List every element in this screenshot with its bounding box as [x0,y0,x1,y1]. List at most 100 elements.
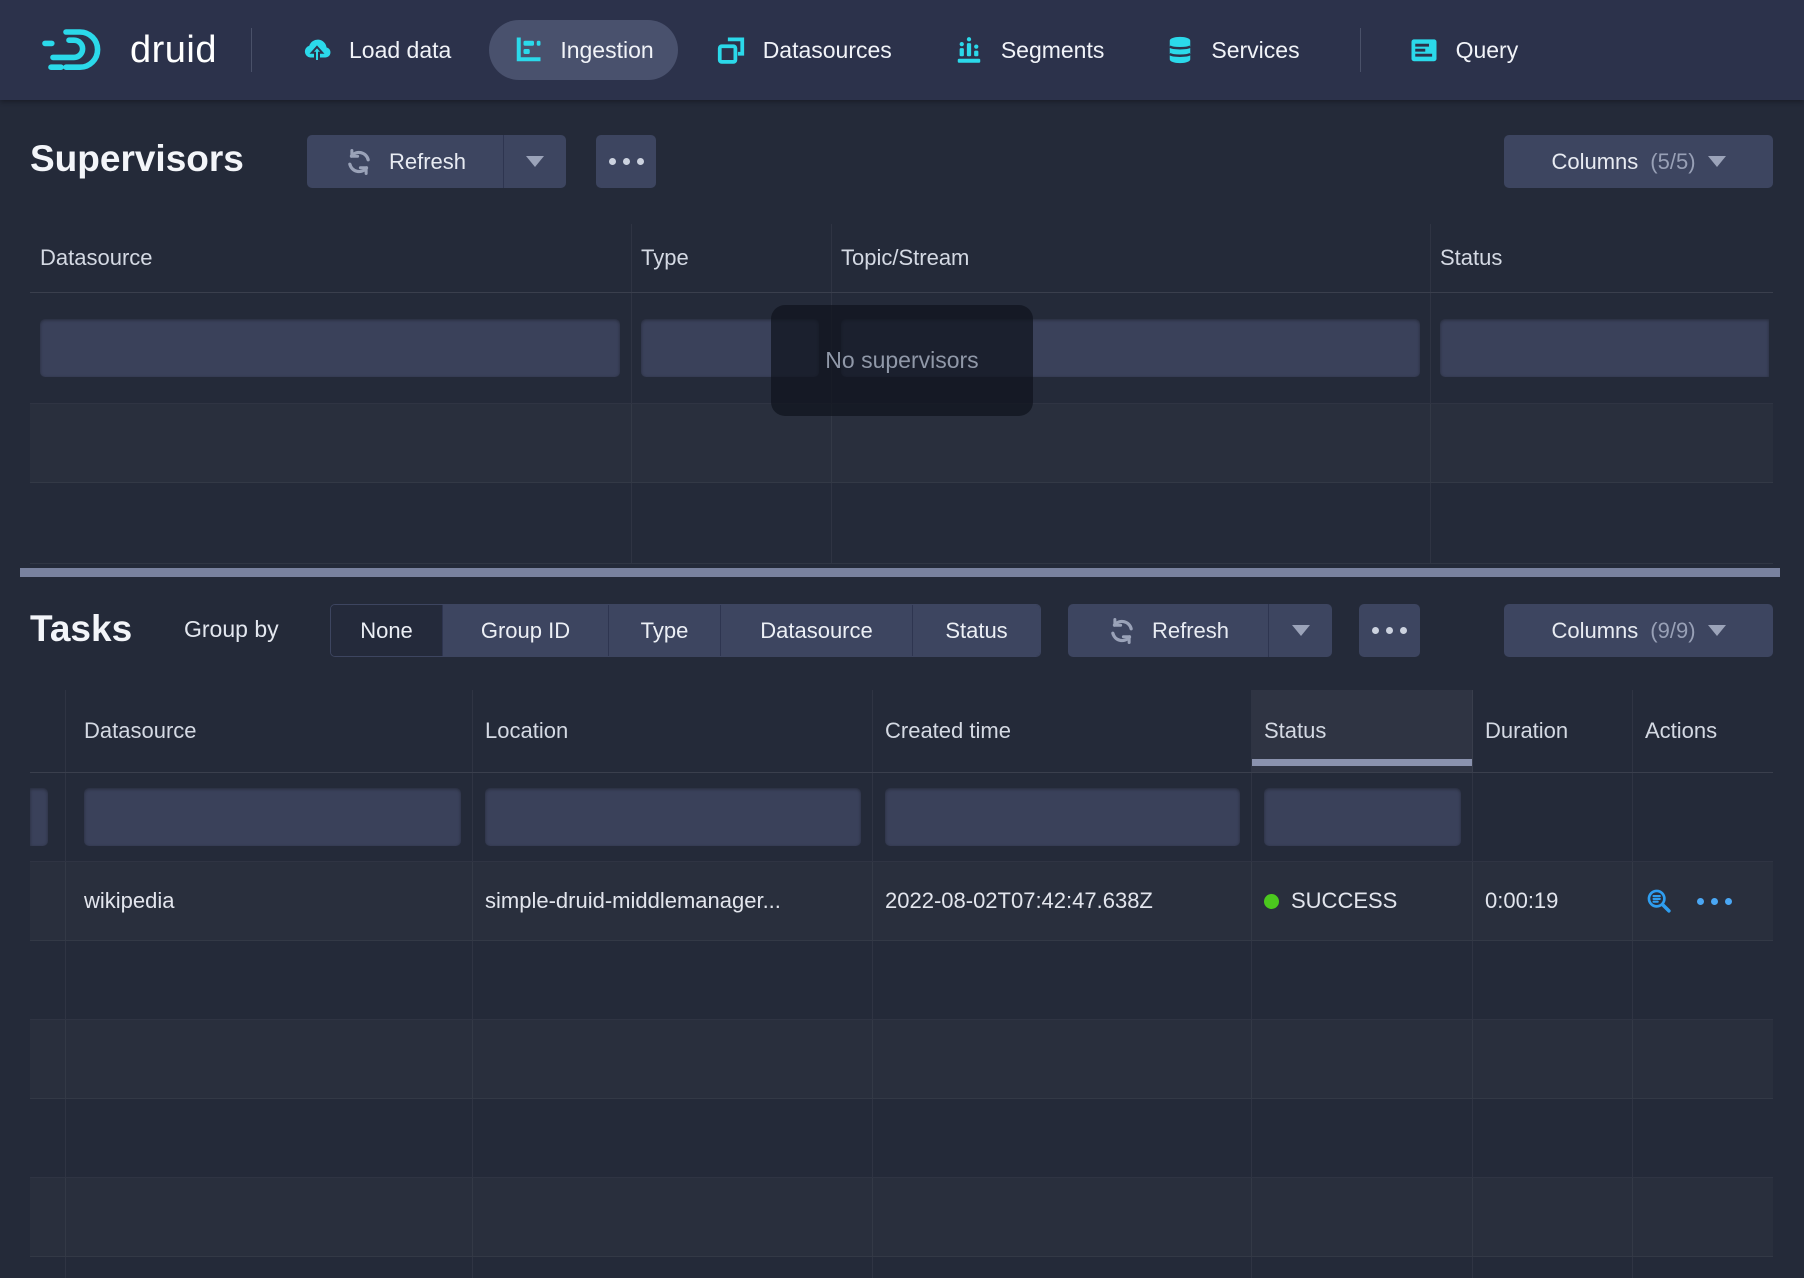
task-status-filter-input[interactable] [1264,788,1461,846]
tasks-refresh-button[interactable]: Refresh [1068,604,1268,657]
success-dot-icon [1264,894,1279,909]
tasks-refresh-caret-button[interactable] [1268,604,1332,657]
group-by-none-button[interactable]: None [331,605,443,656]
sup-col-topic-stream[interactable]: Topic/Stream [832,224,1431,292]
navbar: druid Load data Ingestion Dat [0,0,1804,100]
tasks-columns-button[interactable]: Columns (9/9) [1504,604,1773,657]
caret-down-icon [1708,625,1726,636]
table-row [30,1099,1773,1178]
group-by-label: Group by [184,616,279,643]
nav-item-label: Services [1211,37,1299,64]
task-location-value: simple-druid-middlemanager... [473,862,873,940]
task-col-created-time[interactable]: Created time [873,690,1252,772]
task-location-filter-input[interactable] [485,788,861,846]
bar-chart-icon [954,35,984,65]
task-status-value: SUCCESS [1252,862,1473,940]
nav-divider [251,28,252,72]
group-by-datasource-button[interactable]: Datasource [721,605,913,656]
task-created-time-value: 2022-08-02T07:42:47.638Z [873,862,1252,940]
nav-item-services[interactable]: Services [1142,20,1323,80]
refresh-icon [344,147,374,177]
tasks-filter-row [30,773,1773,862]
caret-down-icon [1708,156,1726,167]
task-more-actions-button[interactable] [1697,898,1732,905]
tasks-more-button[interactable] [1359,604,1420,657]
nav-item-label: Load data [349,37,451,64]
supervisors-refresh-button[interactable]: Refresh [307,135,503,188]
refresh-label: Refresh [1152,618,1229,644]
nav-item-label: Datasources [763,37,892,64]
columns-label: Columns [1551,149,1638,175]
status-text: SUCCESS [1291,888,1397,914]
sup-col-type[interactable]: Type [632,224,832,292]
supervisors-header-row: Datasource Type Topic/Stream Status [30,224,1773,293]
task-col-status[interactable]: Status [1252,690,1473,772]
caret-down-icon [1292,625,1310,636]
nav-item-segments[interactable]: Segments [930,20,1129,80]
task-col-sliver [30,690,66,772]
task-detail-button[interactable] [1645,887,1673,915]
task-col-duration[interactable]: Duration [1473,690,1633,772]
table-row [30,1020,1773,1099]
tasks-table: Datasource Location Created time Status … [30,690,1773,1278]
sup-col-status[interactable]: Status [1431,224,1773,292]
task-col-actions[interactable]: Actions [1633,690,1773,772]
nav-divider [1360,28,1361,72]
nav-item-label: Segments [1001,37,1105,64]
console-icon [1409,35,1439,65]
brand[interactable]: druid [42,27,217,73]
more-icon [609,158,644,165]
supervisors-columns-button[interactable]: Columns (5/5) [1504,135,1773,188]
more-actions-icon [1697,898,1732,905]
table-row [30,1257,1773,1278]
refresh-icon [1107,616,1137,646]
refresh-label: Refresh [389,149,466,175]
search-detail-icon [1645,887,1673,915]
stacked-panels-icon [716,35,746,65]
nav-item-ingestion[interactable]: Ingestion [489,20,677,80]
tasks-refresh-split: Refresh [1068,604,1332,657]
nav-item-load-data[interactable]: Load data [278,20,475,80]
gantt-chart-icon [513,35,543,65]
task-datasource-value: wikipedia [66,862,473,940]
task-sliver-filter-input[interactable] [30,788,48,846]
group-by-status-button[interactable]: Status [913,605,1040,656]
supervisors-more-button[interactable] [596,135,656,188]
druid-logo-icon [42,27,114,73]
table-row [30,483,1773,564]
cloud-upload-icon [302,35,332,65]
no-supervisors-message: No supervisors [771,305,1033,416]
tasks-title: Tasks [30,608,132,650]
task-duration-value: 0:00:19 [1473,862,1633,940]
sup-col-datasource[interactable]: Datasource [30,224,632,292]
task-actions [1633,862,1773,940]
columns-label: Columns [1551,618,1638,644]
more-icon [1372,627,1407,634]
nav-item-label: Query [1456,37,1519,64]
sup-status-filter-input[interactable] [1440,319,1769,377]
task-created-time-filter-input[interactable] [885,788,1240,846]
sup-datasource-filter-input[interactable] [40,319,620,377]
nav-item-query[interactable]: Query [1385,20,1543,80]
caret-down-icon [526,156,544,167]
group-by-group-id-button[interactable]: Group ID [443,605,609,656]
brand-text: druid [130,29,217,72]
columns-count: (5/5) [1650,149,1695,175]
tasks-header-row: Datasource Location Created time Status … [30,690,1773,773]
task-col-datasource[interactable]: Datasource [66,690,473,772]
task-datasource-filter-input[interactable] [84,788,461,846]
table-row [30,1178,1773,1257]
database-icon [1166,35,1194,65]
nav-item-label: Ingestion [560,37,653,64]
group-by-type-button[interactable]: Type [609,605,721,656]
columns-count: (9/9) [1650,618,1695,644]
task-row-wikipedia: wikipedia simple-druid-middlemanager... … [30,862,1773,941]
supervisors-refresh-caret-button[interactable] [503,135,566,188]
nav-item-datasources[interactable]: Datasources [692,20,916,80]
task-col-location[interactable]: Location [473,690,873,772]
supervisors-refresh-split: Refresh [307,135,566,188]
supervisors-horizontal-scrollbar[interactable] [20,568,1780,577]
supervisors-title: Supervisors [30,138,244,180]
druid-console: druid Load data Ingestion Dat [0,0,1804,1278]
group-by-button-group: None Group ID Type Datasource Status [330,604,1041,657]
